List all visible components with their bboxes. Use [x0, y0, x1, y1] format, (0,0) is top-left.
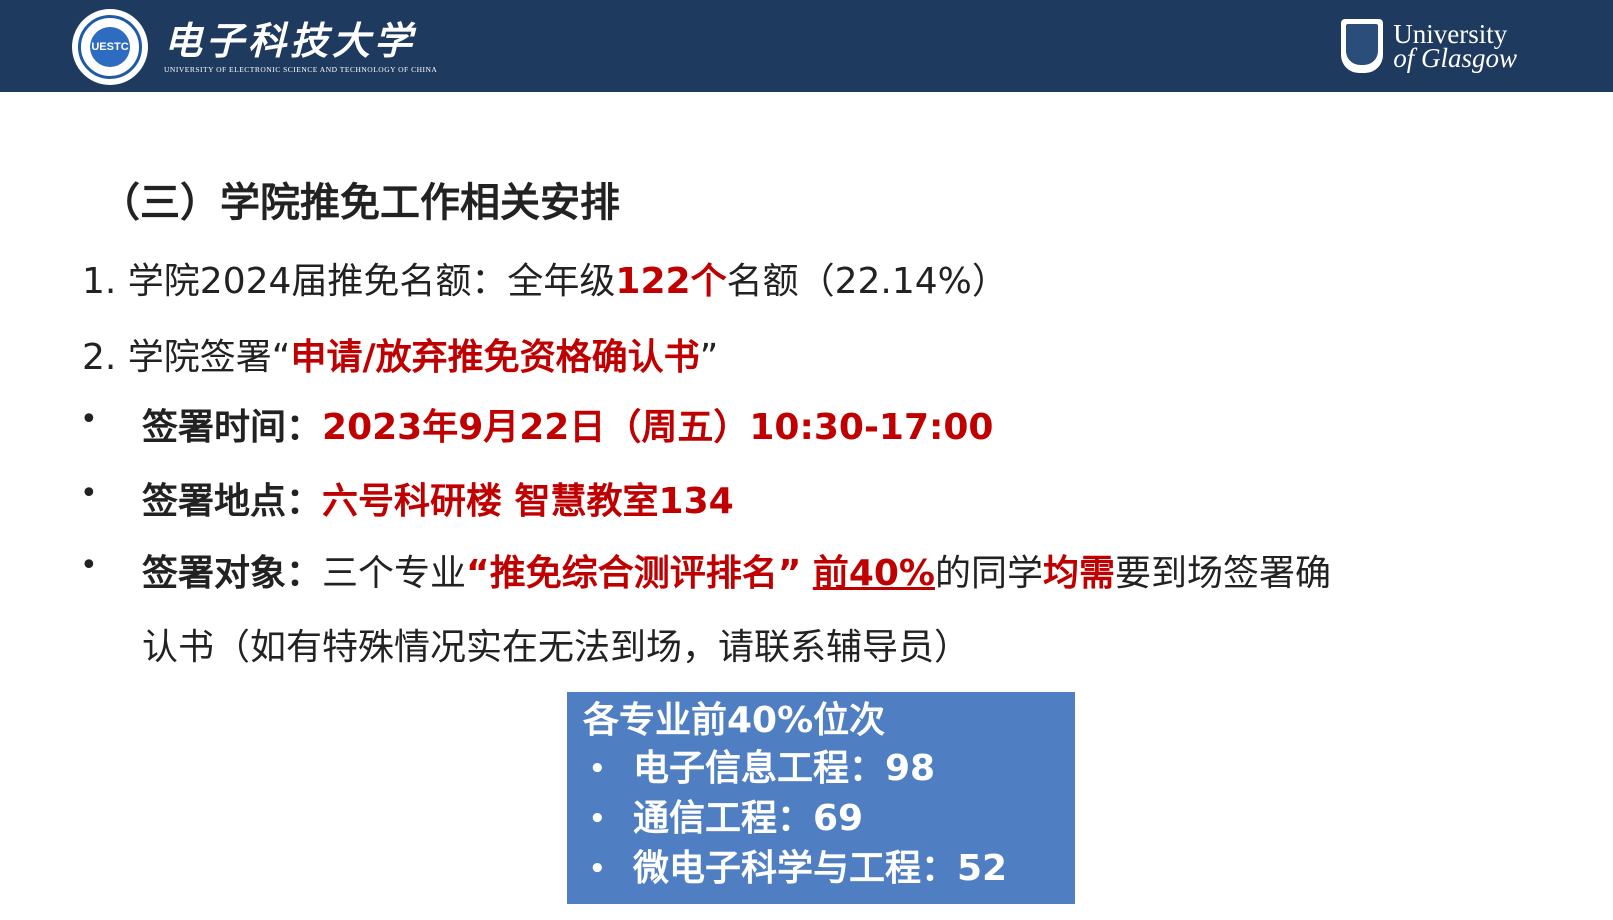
quota-info-box: 各专业前40%位次 • 电子信息工程：98 • 通信工程：69 • 微电子科学与工程：…	[567, 692, 1075, 904]
item-2: 2. 学院签署“申请/放弃推免资格确认书”	[82, 337, 719, 378]
uestc-name-en: UNIVERSITY OF ELECTRONIC SCIENCE AND TEC…	[164, 65, 438, 74]
glasgow-shield-icon	[1341, 19, 1384, 73]
slide-title: （三）学院推免工作相关安排	[100, 180, 620, 226]
uestc-name-cn: 电子科技大学	[164, 18, 417, 63]
bullet-symbol: •	[80, 402, 98, 437]
uestc-seal-icon: UESTC	[72, 9, 148, 85]
bullet-target: 签署对象：三个专业“推免综合测评排名” 前40%的同学均需要到场签署确	[142, 553, 1332, 594]
bullet-symbol: •	[80, 548, 98, 583]
bullet-time: 签署时间：2023年9月22日（周五）10:30-17:00	[142, 407, 994, 448]
bullet-symbol: •	[80, 476, 98, 511]
bullet-target-line2: 认书（如有特殊情况实在无法到场，请联系辅导员）	[142, 627, 971, 668]
uestc-logo: UESTC 电子科技大学 UNIVERSITY OF ELECTRONIC SC…	[72, 9, 438, 85]
item-1: 1. 学院2024届推免名额：全年级122个名额（22.14%）	[82, 261, 1008, 302]
glasgow-line2: of Glasgow	[1393, 43, 1517, 73]
list-item: • 微电子科学与工程：52	[589, 848, 1008, 889]
info-box-title: 各专业前40%位次	[583, 700, 886, 741]
glasgow-logo: University of Glasgow	[1341, 18, 1517, 74]
bullet-location: 签署地点：六号科研楼 智慧教室134	[142, 481, 734, 522]
list-item: • 电子信息工程：98	[589, 748, 936, 789]
list-item: • 通信工程：69	[589, 798, 864, 839]
header-bar: UESTC 电子科技大学 UNIVERSITY OF ELECTRONIC SC…	[0, 0, 1613, 92]
